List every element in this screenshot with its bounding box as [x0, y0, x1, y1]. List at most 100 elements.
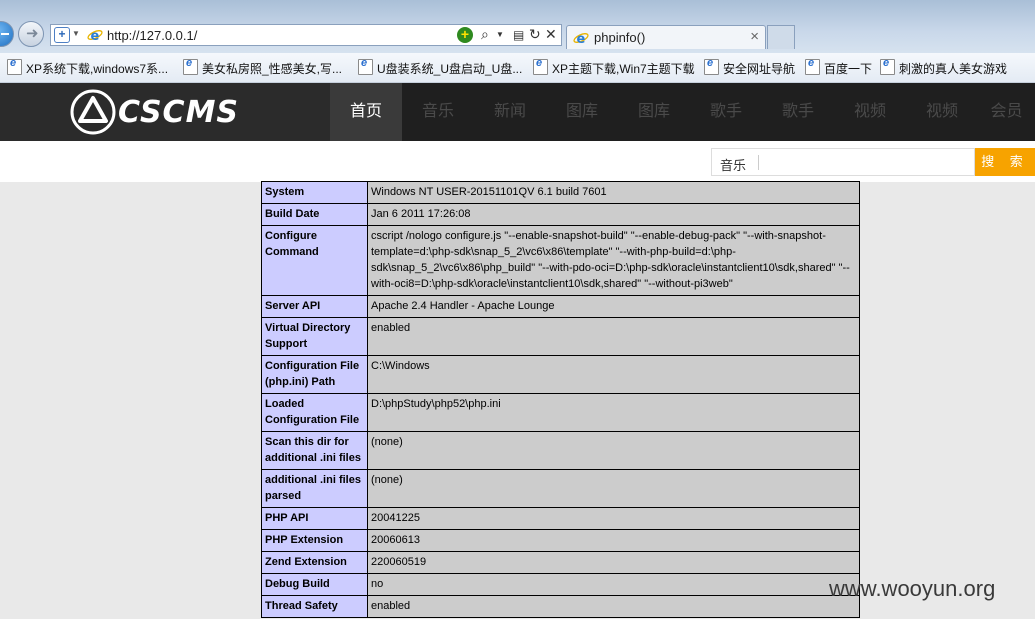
table-row: PHP Extension 20060613 — [261, 529, 860, 552]
row-key: Scan this dir for additional .ini files — [261, 431, 368, 470]
favorite-page-icon — [7, 57, 22, 75]
address-bar[interactable]: + ▼ e http://127.0.0.1/ + ⌕ ▼ ▤ ↻ ✕ — [50, 24, 562, 46]
search-icon[interactable]: ⌕ — [481, 26, 489, 43]
logo-text: CSCMS — [118, 95, 240, 130]
row-value: (none) — [367, 431, 860, 470]
shield-icon[interactable]: + — [54, 27, 70, 43]
nav-item-video-2[interactable]: 视频 — [906, 83, 978, 141]
table-row: Loaded Configuration File D:\phpStudy\php… — [261, 393, 860, 432]
ie-page-icon: e — [87, 29, 103, 43]
svg-text:e: e — [577, 32, 586, 46]
favorite-page-icon — [358, 57, 373, 75]
new-tab-button[interactable] — [767, 25, 795, 49]
nav-item-member[interactable]: 会员 — [978, 83, 1035, 141]
nav-item-music[interactable]: 音乐 — [402, 83, 474, 141]
phpinfo-table: System Windows NT USER-20151101QV 6.1 bui… — [261, 181, 860, 618]
favorite-page-icon — [533, 57, 548, 75]
favorite-item[interactable]: XP系统下载,windows7系... — [7, 57, 168, 77]
divider — [758, 155, 759, 170]
table-row: Scan this dir for additional .ini files(… — [261, 431, 860, 470]
tab-phpinfo[interactable]: e phpinfo() × — [566, 25, 766, 49]
row-value: cscript /nologo configure.js "--enable-s… — [367, 225, 860, 296]
back-button[interactable] — [0, 21, 14, 47]
row-value: C:\Windows — [367, 355, 860, 394]
row-value: enabled — [367, 317, 860, 356]
nav-item-gallery-2[interactable]: 图库 — [618, 83, 690, 141]
row-key: Configuration File (php.ini) Path — [261, 355, 368, 394]
forward-button[interactable]: ➜ — [18, 21, 44, 47]
close-tab-icon[interactable]: × — [750, 28, 759, 45]
nav-item-singers-2[interactable]: 歌手 — [762, 83, 834, 141]
row-value: 20041225 — [367, 507, 860, 530]
nav-item-news[interactable]: 新闻 — [474, 83, 546, 141]
logo[interactable]: CSCMS — [0, 83, 330, 141]
row-key: Debug Build — [261, 573, 368, 596]
stop-icon[interactable]: ✕ — [545, 26, 557, 43]
favorite-item[interactable]: 安全网址导航 — [704, 57, 795, 77]
ie-tab-icon: e — [573, 32, 589, 46]
row-key: PHP Extension — [261, 529, 368, 552]
table-row: System Windows NT USER-20151101QV 6.1 bui… — [261, 181, 860, 204]
search-button[interactable]: 搜 索 — [975, 148, 1035, 176]
row-key: PHP API — [261, 507, 368, 530]
table-row: Build Date Jan 6 2011 17:26:08 — [261, 203, 860, 226]
search-row: 音乐 搜 索 — [0, 141, 1035, 182]
row-key: Zend Extension — [261, 551, 368, 574]
table-row: Configuration File (php.ini) Path C:\Wind… — [261, 355, 860, 394]
favorite-page-icon — [805, 57, 820, 75]
row-value: D:\phpStudy\php52\php.ini — [367, 393, 860, 432]
compat-icon[interactable]: ▤ — [513, 28, 524, 42]
table-row: Configure Command cscript /nologo configu… — [261, 225, 860, 296]
table-row: Server API Apache 2.4 Handler - Apache Lo… — [261, 295, 860, 318]
svg-text:e: e — [91, 29, 100, 43]
nav-item-video[interactable]: 视频 — [834, 83, 906, 141]
url-text[interactable]: http://127.0.0.1/ — [107, 28, 197, 43]
row-value: 220060519 — [367, 551, 860, 574]
table-row: additional .ini files parsed (none) — [261, 469, 860, 508]
nav-item-home[interactable]: 首页 — [330, 83, 402, 141]
favorite-item[interactable]: 美女私房照_性感美女,写... — [183, 57, 342, 77]
site-header: CSCMS 首页 音乐 新闻 图库 图库 歌手 歌手 视频 视频 会员 — [0, 83, 1035, 141]
search-input[interactable]: 音乐 — [711, 148, 975, 176]
row-key: Server API — [261, 295, 368, 318]
row-value: Jan 6 2011 17:26:08 — [367, 203, 860, 226]
row-value: Windows NT USER-20151101QV 6.1 build 760… — [367, 181, 860, 204]
row-key: additional .ini files parsed — [261, 469, 368, 508]
browser-titlebar: ➜ + ▼ e http://127.0.0.1/ + ⌕ ▼ ▤ ↻ ✕ e … — [0, 0, 1035, 53]
row-key: Configure Command — [261, 225, 368, 296]
row-key: Loaded Configuration File — [261, 393, 368, 432]
row-value: (none) — [367, 469, 860, 508]
compat-view-icon[interactable]: + — [457, 27, 473, 43]
row-key: Thread Safety — [261, 595, 368, 618]
search-dropdown-icon[interactable]: ▼ — [496, 30, 504, 39]
table-row: Zend Extension 220060519 — [261, 551, 860, 574]
watermark: www.wooyun.org — [829, 576, 996, 601]
row-value: enabled — [367, 595, 860, 618]
table-row: Virtual Directory Support enabled — [261, 317, 860, 356]
favorites-bar: XP系统下载,windows7系... 美女私房照_性感美女,写... U盘装系… — [0, 53, 1035, 83]
favorite-page-icon — [880, 57, 895, 75]
nav-item-singers[interactable]: 歌手 — [690, 83, 762, 141]
favorite-item[interactable]: 刺激的真人美女游戏 — [880, 57, 1007, 77]
logo-mark-icon — [70, 89, 116, 135]
forward-arrow-icon: ➜ — [26, 25, 39, 42]
nav-item-gallery[interactable]: 图库 — [546, 83, 618, 141]
favorite-item[interactable]: U盘装系统_U盘启动_U盘... — [358, 57, 522, 77]
refresh-icon[interactable]: ↻ — [529, 26, 541, 43]
row-value: no — [367, 573, 860, 596]
favorite-page-icon — [704, 57, 719, 75]
favorite-item[interactable]: 百度一下 — [805, 57, 872, 77]
favorite-page-icon — [183, 57, 198, 75]
table-row: Debug Build no — [261, 573, 860, 596]
tab-title: phpinfo() — [594, 30, 646, 45]
chevron-down-icon[interactable]: ▼ — [72, 29, 80, 38]
row-key: Build Date — [261, 203, 368, 226]
row-value: 20060613 — [367, 529, 860, 552]
row-value: Apache 2.4 Handler - Apache Lounge — [367, 295, 860, 318]
row-key: System — [261, 181, 368, 204]
table-row: Thread Safety enabled — [261, 595, 860, 618]
table-row: PHP API 20041225 — [261, 507, 860, 530]
favorite-item[interactable]: XP主题下载,Win7主题下载 — [533, 57, 695, 77]
search-category-select[interactable]: 音乐 — [720, 155, 746, 174]
row-key: Virtual Directory Support — [261, 317, 368, 356]
